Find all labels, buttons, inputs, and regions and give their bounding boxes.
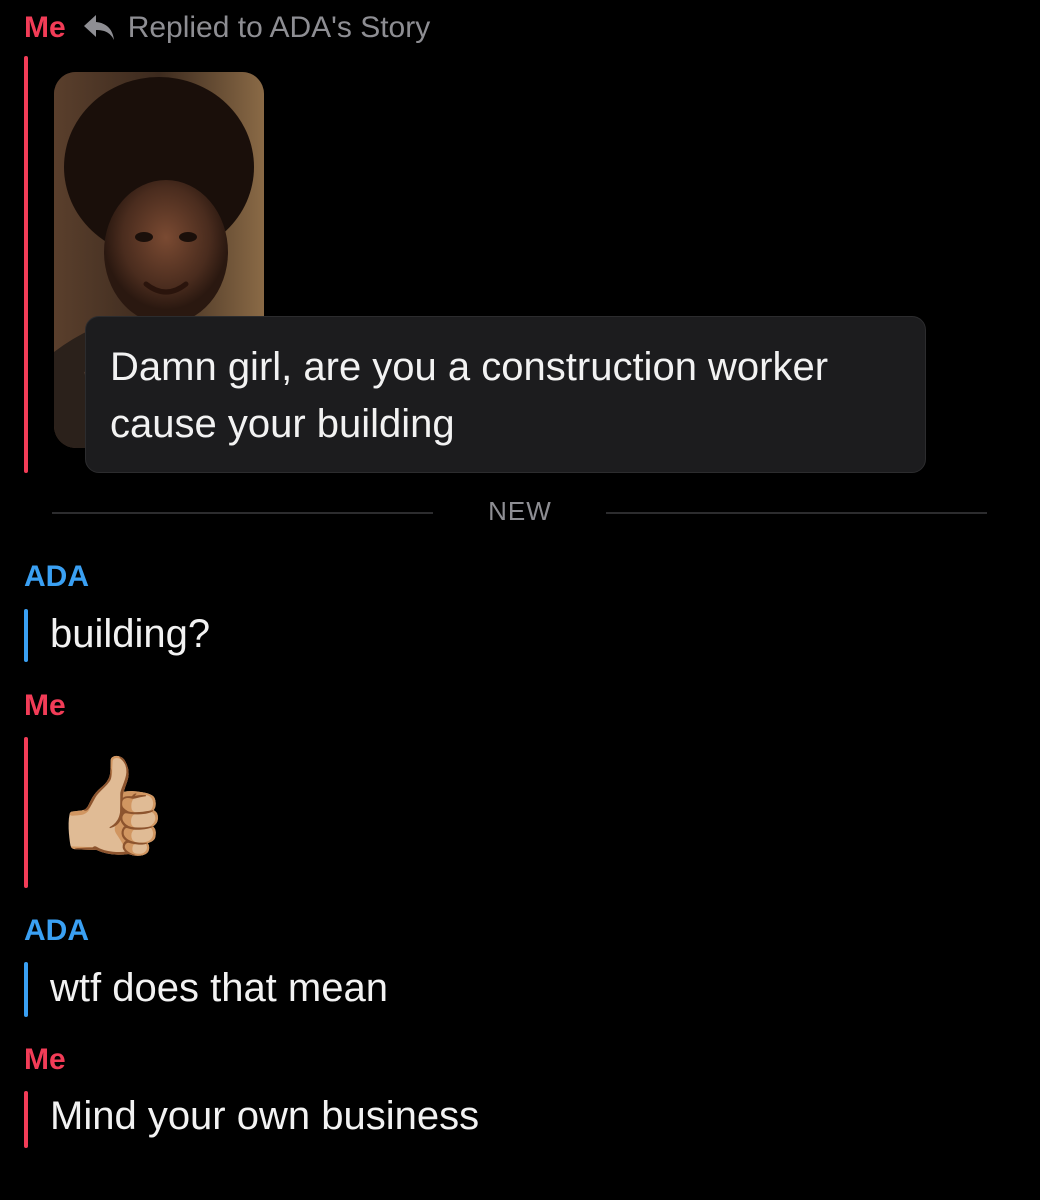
divider-line-right	[606, 512, 987, 514]
reply-header: Me Replied to ADA's Story	[24, 8, 430, 48]
sender-label-me: Me	[24, 689, 66, 722]
message-bar-me	[24, 56, 28, 473]
message-bar-me	[24, 1091, 28, 1148]
story-reply-caption: Damn girl, are you a construction worker…	[85, 316, 926, 473]
message-bar-ada	[24, 609, 28, 662]
message-text[interactable]: wtf does that mean	[50, 966, 388, 1011]
thumbs-up-emoji[interactable]: 👍🏼	[52, 758, 172, 854]
replied-to-story-label[interactable]: Replied to ADA's Story	[128, 11, 431, 45]
reply-arrow-icon	[83, 15, 114, 40]
sender-label-ada: ADA	[24, 914, 89, 947]
message-text[interactable]: Mind your own business	[50, 1094, 479, 1139]
new-messages-divider-label: NEW	[488, 496, 552, 526]
message-bar-me	[24, 737, 28, 888]
sender-label-ada: ADA	[24, 560, 89, 593]
message-bar-ada	[24, 962, 28, 1017]
sender-label-me: Me	[24, 1043, 66, 1076]
message-text[interactable]: building?	[50, 612, 210, 657]
sender-label-me: Me	[24, 11, 66, 44]
divider-line-left	[52, 512, 433, 514]
